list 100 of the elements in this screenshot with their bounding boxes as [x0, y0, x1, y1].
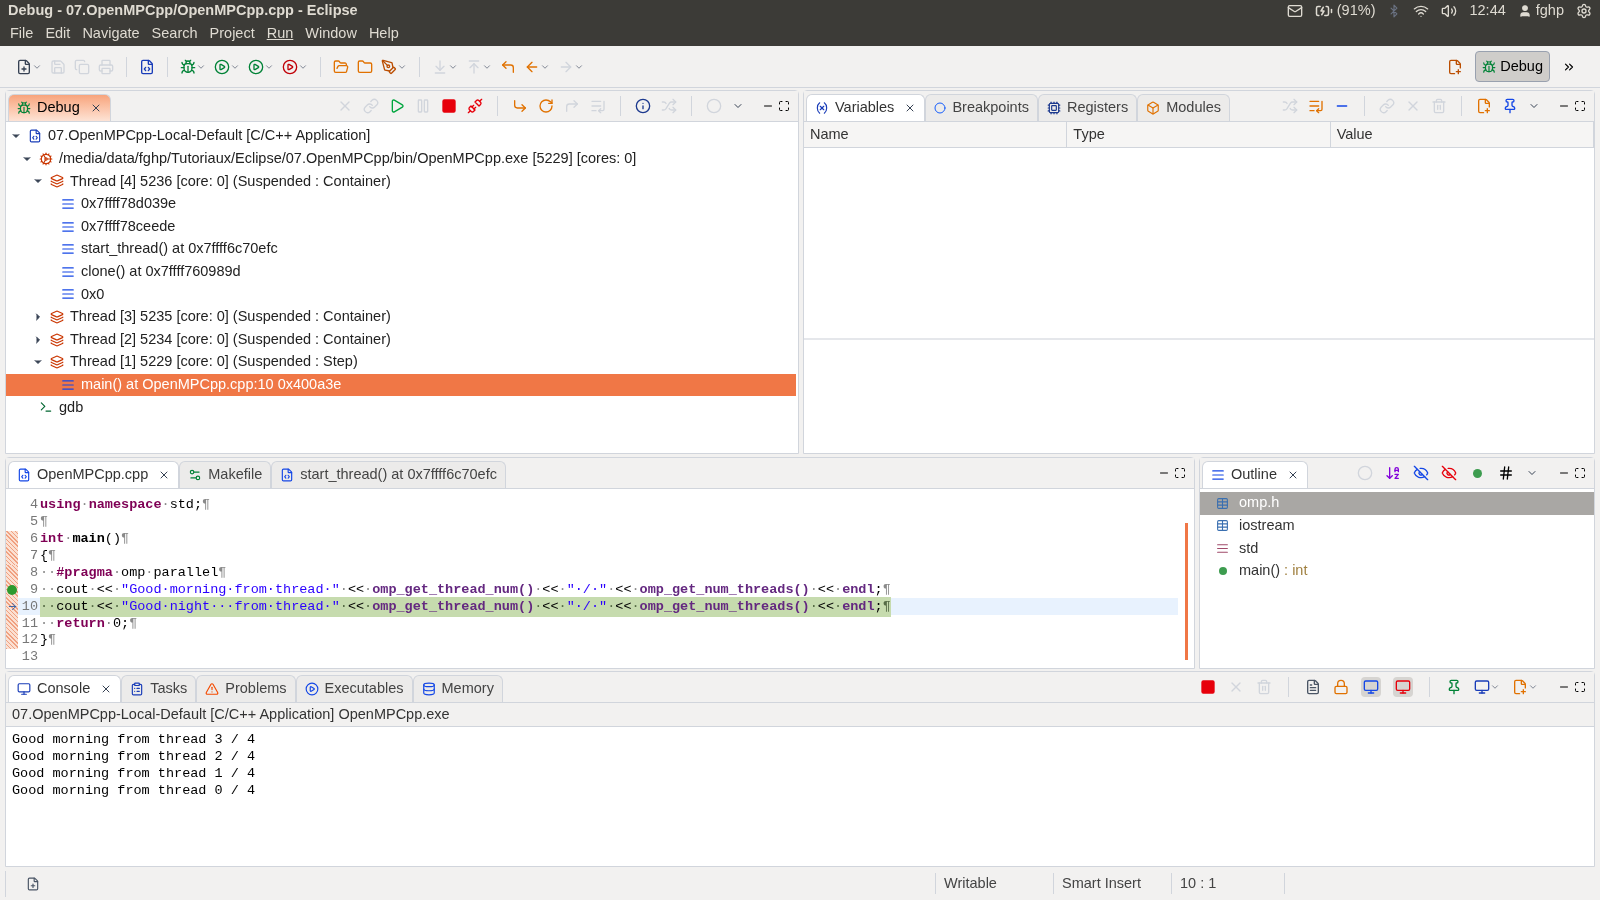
view-tab[interactable]: Modules	[1137, 94, 1230, 121]
view-tab[interactable]: Variables	[806, 94, 926, 121]
gutter-mark[interactable]	[6, 530, 18, 548]
menu-item[interactable]: Window	[299, 23, 363, 45]
last-edit-icon[interactable]	[500, 58, 516, 75]
bug-icon[interactable]	[180, 58, 196, 75]
scroll-lock-icon[interactable]	[1333, 679, 1349, 695]
maximize-icon[interactable]	[1574, 681, 1586, 693]
view-tab[interactable]: Registers	[1037, 94, 1138, 121]
column-header[interactable]: Value	[1330, 122, 1594, 147]
include-icon	[1216, 519, 1229, 533]
breakpoint-icon[interactable]	[7, 584, 17, 595]
tree-item[interactable]: 0x7ffff78d039e	[6, 192, 796, 216]
pen-icon[interactable]	[381, 58, 397, 75]
view-tab[interactable]: Memory	[412, 675, 503, 702]
thread-icon	[50, 174, 64, 189]
menu-item[interactable]: Search	[145, 23, 204, 45]
open-perspective-icon[interactable]	[1447, 58, 1464, 75]
tree-item[interactable]: Thread [1] 5229 [core: 0] (Suspended : Step)	[6, 350, 796, 374]
instruction-pointer-icon	[6, 601, 18, 613]
tree-item[interactable]: 07.OpenMPCpp-Local-Default [C/C++ Application]	[6, 125, 796, 148]
instruction-stepping-icon[interactable]	[635, 98, 651, 114]
tree-item[interactable]: gdb	[6, 396, 796, 419]
code-line: int·main()¶	[40, 530, 130, 549]
view-tab[interactable]: Tasks	[121, 675, 197, 702]
view-tab[interactable]: Makefile	[179, 461, 272, 488]
tree-item[interactable]: Thread [4] 5236 [core: 0] (Suspended : Container)	[6, 170, 796, 193]
terminate-icon[interactable]	[441, 98, 457, 114]
hide-macros-icon[interactable]	[1498, 465, 1514, 481]
step-into-icon[interactable]	[512, 98, 528, 114]
hide-static-icon[interactable]	[1441, 465, 1457, 481]
tree-item[interactable]: 0x7ffff78ceede	[6, 215, 796, 238]
maximize-icon[interactable]	[1574, 100, 1586, 112]
run-external-icon[interactable]	[248, 58, 264, 75]
gutter-mark[interactable]	[6, 598, 18, 616]
menu-item[interactable]: Navigate	[76, 23, 146, 45]
user-name[interactable]: fghp	[1535, 0, 1564, 22]
view-tab[interactable]: Console	[8, 675, 122, 702]
column-header[interactable]: Name	[804, 122, 1068, 147]
tree-item[interactable]: start_thread() at 0x7ffff6c70efc	[6, 237, 796, 261]
maximize-icon[interactable]	[1174, 467, 1186, 479]
view-tab[interactable]: Breakpoints	[925, 94, 1038, 121]
folder-icon[interactable]	[357, 58, 373, 75]
process-icon	[39, 151, 53, 166]
menu-item[interactable]: Project	[203, 23, 261, 45]
new-view-icon[interactable]	[1476, 98, 1492, 114]
user-icon[interactable]	[1517, 4, 1532, 18]
binary-file-icon[interactable]	[139, 58, 155, 75]
terminate-icon[interactable]	[1200, 679, 1216, 695]
gutter-mark[interactable]	[6, 581, 18, 599]
pin-icon[interactable]	[1502, 98, 1518, 114]
show-on-error-icon[interactable]	[1395, 679, 1411, 695]
caret-icon[interactable]	[1490, 682, 1500, 692]
display-console-icon[interactable]	[1474, 679, 1490, 695]
battery-percentage: (91%)	[1336, 1, 1376, 21]
menu-item[interactable]: Run	[260, 23, 300, 45]
open-console-icon[interactable]	[1512, 679, 1528, 695]
open-folder-icon[interactable]	[333, 58, 349, 75]
column-header[interactable]: Type	[1067, 122, 1331, 147]
resume-icon[interactable]	[389, 98, 405, 114]
tree-item[interactable]: 0x0	[6, 283, 796, 306]
tree-item[interactable]: Thread [3] 5235 [core: 0] (Suspended : Container)	[6, 305, 796, 329]
sort-icon[interactable]	[1385, 465, 1401, 481]
outline-item[interactable]: iostream	[1200, 514, 1594, 538]
outline-item[interactable]: std	[1200, 537, 1594, 560]
mail-icon[interactable]	[1286, 3, 1303, 19]
show-logical-structure-icon[interactable]	[1308, 98, 1324, 114]
hide-fields-icon[interactable]	[1413, 465, 1429, 481]
view-tab[interactable]: Problems	[196, 675, 296, 702]
wifi-icon[interactable]	[1413, 3, 1430, 19]
perspective-button[interactable]: Debug	[1475, 50, 1550, 83]
view-tab[interactable]: start_thread() at 0x7ffff6c70efc	[271, 461, 506, 488]
fast-view-icon[interactable]	[26, 876, 40, 891]
view-tab[interactable]: Debug	[8, 94, 111, 121]
new-file-icon[interactable]	[16, 58, 32, 75]
tree-item[interactable]: Thread [2] 5234 [core: 0] (Suspended : Container)	[6, 328, 796, 351]
view-tab[interactable]: OpenMPCpp.cpp	[8, 461, 180, 488]
settings-icon[interactable]	[1576, 3, 1592, 19]
show-on-output-icon[interactable]	[1363, 679, 1379, 695]
thread-icon	[50, 332, 64, 347]
profile-icon[interactable]	[282, 58, 298, 75]
tree-item[interactable]: clone() at 0x7ffff760989d	[6, 260, 796, 284]
volume-icon[interactable]	[1441, 3, 1458, 19]
run-icon[interactable]	[214, 58, 230, 75]
menu-item[interactable]: Help	[362, 23, 405, 45]
view-tab[interactable]: Outline	[1202, 461, 1308, 488]
disconnect-icon[interactable]	[467, 98, 483, 114]
caret-icon[interactable]	[1528, 682, 1538, 692]
menu-item[interactable]: Edit	[39, 23, 77, 45]
maximize-icon[interactable]	[1574, 467, 1586, 479]
step-over-icon[interactable]	[538, 98, 554, 114]
clear-console-icon[interactable]	[1305, 679, 1321, 695]
maximize-icon[interactable]	[778, 100, 790, 112]
menu-item[interactable]: File	[4, 23, 40, 45]
view-tab[interactable]: Executables	[295, 675, 413, 702]
pin-console-icon[interactable]	[1446, 679, 1462, 695]
outline-item[interactable]: main() : int	[1200, 559, 1594, 583]
outline-label: main()	[1239, 561, 1281, 581]
tree-item[interactable]: /media/data/fghp/Tutoriaux/Eclipse/07.OpenMPCpp/bin/OpenMPCpp.exe [5229] [cores: 0]	[6, 147, 796, 171]
clock[interactable]: 12:44	[1469, 0, 1506, 22]
